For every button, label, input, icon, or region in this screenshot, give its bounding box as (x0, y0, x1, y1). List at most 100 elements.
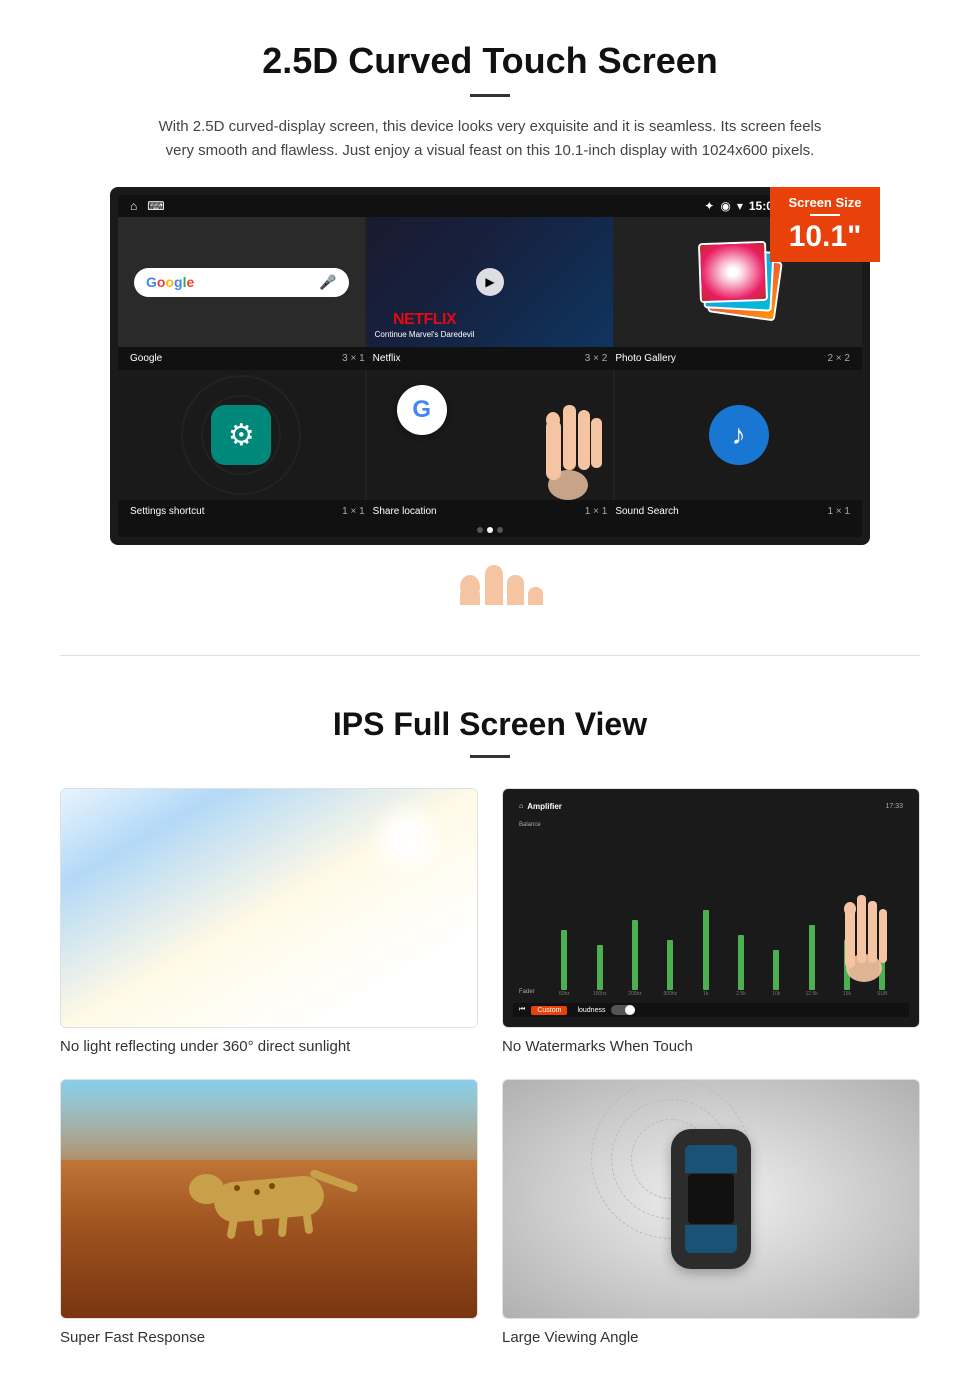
netflix-label-size: 3 × 2 (585, 353, 608, 364)
play-button[interactable]: ▶ (476, 268, 504, 296)
home-icon[interactable]: ⌂ (130, 199, 137, 213)
sound-search-cell[interactable]: ♪ (615, 370, 862, 500)
eq-label-3: 200hz (628, 991, 642, 997)
sound-label-name: Sound Search (615, 506, 678, 517)
cheetah-label: Super Fast Response (60, 1329, 478, 1346)
google-label-size: 3 × 1 (342, 353, 365, 364)
section1-description: With 2.5D curved-display screen, this de… (150, 115, 830, 163)
dot-2[interactable] (487, 527, 493, 533)
share-label-size: 1 × 1 (585, 506, 608, 517)
dot-3[interactable] (497, 527, 503, 533)
device-wrapper: Screen Size 10.1" ⌂ ⌨ ✦ ◉ ▾ 15:06 (110, 187, 870, 545)
amp-time: 17:33 (885, 803, 903, 810)
google-label-cell: Google 3 × 1 (126, 353, 369, 364)
eq-label-6: 2.5k (736, 991, 745, 997)
car-roof (688, 1174, 734, 1224)
music-note-bg: ♪ (709, 405, 769, 465)
photo-label-name: Photo Gallery (615, 353, 676, 364)
settings-label-name: Settings shortcut (130, 506, 204, 517)
mic-icon[interactable]: 🎤 (319, 274, 336, 291)
sound-label-cell: Sound Search 1 × 1 (611, 506, 854, 517)
section-curved-screen: 2.5D Curved Touch Screen With 2.5D curve… (0, 0, 980, 625)
eq-bar-5 (703, 910, 709, 990)
status-bar-left: ⌂ ⌨ (130, 199, 165, 213)
bluetooth-icon: ✦ (704, 199, 714, 213)
device-screen: ⌂ ⌨ ✦ ◉ ▾ 15:06 ⊡ 🔊 ⊠ ▭ (118, 195, 862, 537)
car-windshield-rear (685, 1225, 737, 1253)
share-location-cell[interactable]: G (367, 370, 614, 500)
cheetah-image (60, 1079, 478, 1319)
settings-label-cell: Settings shortcut 1 × 1 (126, 506, 369, 517)
page-dots-nav (118, 523, 862, 537)
eq-label-7: 10k (772, 991, 780, 997)
badge-label: Screen Size (784, 195, 866, 210)
custom-button[interactable]: Custom (531, 1006, 567, 1015)
hand-touch-icon (410, 545, 570, 605)
photo-label-cell: Photo Gallery 2 × 2 (611, 353, 854, 364)
photo-card-3 (698, 241, 768, 303)
feature-car: Large Viewing Angle (502, 1079, 920, 1346)
feature-amplifier: ⌂ Amplifier 17:33 Balance Fader (502, 788, 920, 1055)
app-labels-top: Google 3 × 1 Netflix 3 × 2 Photo Gallery… (118, 347, 862, 370)
car-visual (503, 1080, 919, 1318)
feature-cheetah: Super Fast Response (60, 1079, 478, 1346)
photo-stack (699, 242, 779, 322)
google-logo: Google (146, 274, 194, 290)
amp-prev-icon[interactable]: ⏮ (519, 1006, 525, 1014)
google-app-cell[interactable]: Google 🎤 (118, 217, 365, 347)
car-label: Large Viewing Angle (502, 1329, 920, 1346)
google-search-bar[interactable]: Google 🎤 (134, 268, 349, 297)
feature-sunlight: No light reflecting under 360° direct su… (60, 788, 478, 1055)
hand-touch-area (60, 545, 920, 605)
share-label-cell: Share location 1 × 1 (369, 506, 612, 517)
eq-label-2: 100hz (593, 991, 607, 997)
settings-bg (118, 370, 365, 500)
sunlight-image (60, 788, 478, 1028)
dot-1[interactable] (477, 527, 483, 533)
eq-label-9: 15k (843, 991, 851, 997)
section-divider (60, 655, 920, 656)
google-label-name: Google (130, 353, 162, 364)
amp-hand-icon (829, 883, 899, 983)
amplifier-image: ⌂ Amplifier 17:33 Balance Fader (502, 788, 920, 1028)
amp-title: Amplifier (527, 802, 562, 811)
section2-title: IPS Full Screen View (60, 706, 920, 743)
eq-bar-7 (773, 950, 779, 990)
usb-icon: ⌨ (147, 199, 164, 213)
netflix-overlay: NETFLIX Continue Marvel's Daredevil (375, 312, 475, 339)
amp-home-icon: ⌂ (519, 803, 523, 810)
amplifier-label: No Watermarks When Touch (502, 1038, 920, 1055)
wifi-icon: ▾ (737, 199, 743, 213)
badge-size: 10.1" (784, 220, 866, 254)
photo-label-size: 2 × 2 (827, 353, 850, 364)
amp-balance-label: Balance (519, 822, 541, 828)
eq-label-1: 60hz (559, 991, 570, 997)
eq-label-5: 1k (703, 991, 708, 997)
netflix-subtitle: Continue Marvel's Daredevil (375, 330, 475, 339)
section1-title: 2.5D Curved Touch Screen (60, 40, 920, 82)
cheetah-visual (61, 1080, 477, 1318)
g-maps-icon: G (397, 385, 447, 435)
location-icon: ◉ (720, 199, 730, 213)
car-windshield-front (685, 1145, 737, 1173)
feature-grid: No light reflecting under 360° direct su… (60, 788, 920, 1346)
share-label-name: Share location (373, 506, 437, 517)
loudness-toggle[interactable] (611, 1005, 635, 1015)
app-grid-bottom: ⚙ G (118, 370, 862, 500)
hand-pointing-icon (528, 390, 608, 500)
settings-app-cell[interactable]: ⚙ (118, 370, 365, 500)
amplifier-visual: ⌂ Amplifier 17:33 Balance Fader (503, 789, 919, 1027)
netflix-label-cell: Netflix 3 × 2 (369, 353, 612, 364)
title-divider (470, 94, 510, 97)
sound-label-size: 1 × 1 (827, 506, 850, 517)
netflix-label-name: Netflix (373, 353, 401, 364)
badge-divider (810, 214, 840, 216)
section-ips: IPS Full Screen View No light reflecting… (0, 686, 980, 1386)
netflix-app-cell[interactable]: ▶ NETFLIX Continue Marvel's Daredevil (367, 217, 614, 347)
settings-label-size: 1 × 1 (342, 506, 365, 517)
maps-logo: G (397, 385, 447, 435)
eq-bar-3 (632, 920, 638, 990)
sunlight-visual (61, 789, 477, 1027)
eq-bar-1 (561, 930, 567, 990)
netflix-logo: NETFLIX (375, 312, 475, 328)
